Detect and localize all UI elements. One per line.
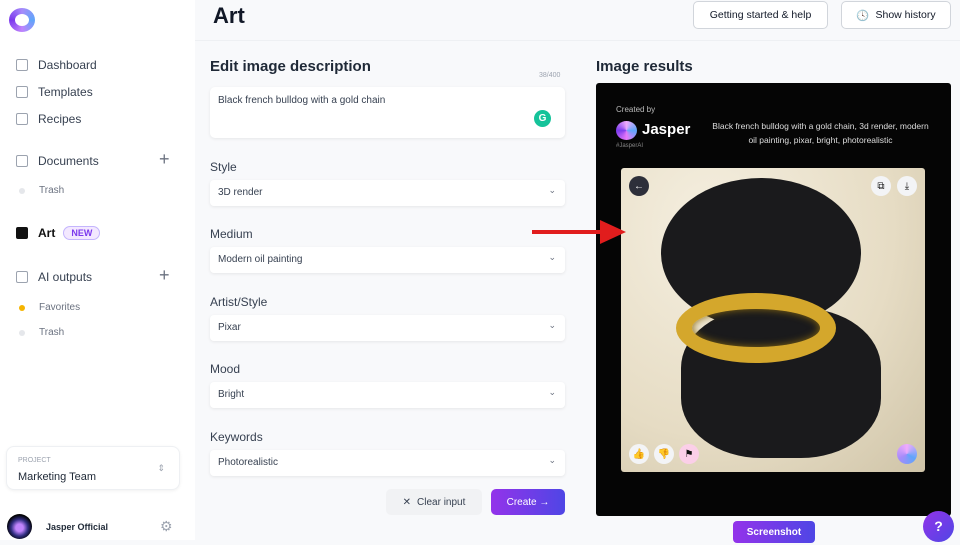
chevron-down-icon: ⌄	[548, 185, 556, 195]
sidebar-item-trash-outputs[interactable]: Trash	[16, 327, 64, 338]
clear-input-button[interactable]: ✕ Clear input	[386, 489, 482, 515]
image-results-title: Image results	[596, 58, 693, 75]
edit-description-title: Edit image description	[210, 58, 371, 75]
image-icon	[16, 227, 28, 239]
mood-label: Mood	[210, 362, 241, 376]
image-result-card: Created by Jasper #JasperAI Black french…	[596, 83, 951, 516]
getting-started-button[interactable]: Getting started & help	[693, 1, 828, 29]
flag-icon[interactable]: ⚑	[679, 444, 699, 464]
jasper-logo[interactable]	[9, 8, 35, 32]
chevron-down-icon: ⌄	[548, 320, 556, 330]
char-count: 38/400	[539, 72, 561, 79]
copy-icon[interactable]: ⧉	[871, 176, 891, 196]
page-title: Art	[213, 3, 245, 28]
recipe-icon	[16, 113, 28, 125]
thumbs-down-icon[interactable]: 👎	[654, 444, 674, 464]
result-prompt: Black french bulldog with a gold chain, …	[712, 121, 929, 145]
download-icon[interactable]: ⤓	[897, 176, 917, 196]
medium-select[interactable]: Modern oil painting ⌄	[210, 247, 565, 273]
new-badge: NEW	[63, 226, 101, 240]
document-icon	[16, 155, 28, 167]
artist-style-select[interactable]: Pixar ⌄	[210, 315, 565, 341]
user-profile[interactable]: Jasper Official	[7, 514, 108, 539]
chevron-down-icon: ⌄	[548, 455, 556, 465]
grid-icon	[16, 86, 28, 98]
create-button[interactable]: Create →	[491, 489, 565, 515]
jasper-watermark-icon	[897, 444, 917, 464]
dot-icon	[19, 304, 25, 311]
annotation-arrow	[532, 230, 602, 234]
artist-style-label: Artist/Style	[210, 295, 268, 309]
back-arrow-icon[interactable]: ←	[629, 176, 649, 196]
thumbs-up-icon[interactable]: 👍	[629, 444, 649, 464]
add-document-button[interactable]: +	[159, 149, 170, 170]
inbox-icon	[16, 271, 28, 283]
sidebar: Dashboard Templates Recipes Documents + …	[0, 0, 195, 540]
grammarly-icon[interactable]: G	[534, 110, 551, 127]
close-icon: ✕	[402, 496, 412, 508]
dot-icon	[19, 329, 25, 336]
annotation-arrowhead	[600, 220, 626, 244]
sidebar-item-recipes[interactable]: Recipes	[16, 112, 81, 126]
avatar	[7, 514, 32, 539]
project-selector[interactable]: PROJECT Marketing Team ⇕	[6, 446, 180, 490]
sidebar-item-documents[interactable]: Documents	[16, 154, 99, 168]
divider	[195, 40, 960, 41]
chevron-updown-icon: ⇕	[157, 463, 165, 473]
medium-label: Medium	[210, 227, 253, 241]
gear-icon[interactable]: ⚙	[160, 518, 173, 535]
show-history-button[interactable]: 🕓 Show history	[841, 1, 951, 29]
sidebar-item-trash[interactable]: Trash	[16, 185, 64, 196]
mood-select[interactable]: Bright ⌄	[210, 382, 565, 408]
keywords-label: Keywords	[210, 430, 263, 444]
keywords-select[interactable]: Photorealistic ⌄	[210, 450, 565, 476]
chevron-down-icon: ⌄	[548, 387, 556, 397]
sidebar-item-ai-outputs[interactable]: AI outputs	[16, 270, 92, 284]
style-label: Style	[210, 160, 237, 174]
sidebar-item-dashboard[interactable]: Dashboard	[16, 58, 97, 72]
chevron-down-icon: ⌄	[548, 252, 556, 262]
gold-chain	[676, 293, 836, 363]
home-icon	[16, 59, 28, 71]
description-input[interactable]: Black french bulldog with a gold chain G	[210, 87, 565, 138]
style-select[interactable]: 3D render ⌄	[210, 180, 565, 206]
clock-icon: 🕓	[856, 9, 870, 22]
add-ai-output-button[interactable]: +	[159, 265, 170, 286]
sidebar-item-art[interactable]: Art NEW	[16, 226, 101, 240]
generated-image[interactable]: ← ⧉ ⤓ 👍 👎 ⚑	[621, 168, 925, 472]
jasper-logo	[616, 121, 637, 140]
sidebar-item-templates[interactable]: Templates	[16, 85, 93, 99]
help-button[interactable]: ?	[923, 511, 954, 542]
dot-icon	[19, 187, 25, 194]
sidebar-item-favorites[interactable]: Favorites	[16, 302, 80, 313]
